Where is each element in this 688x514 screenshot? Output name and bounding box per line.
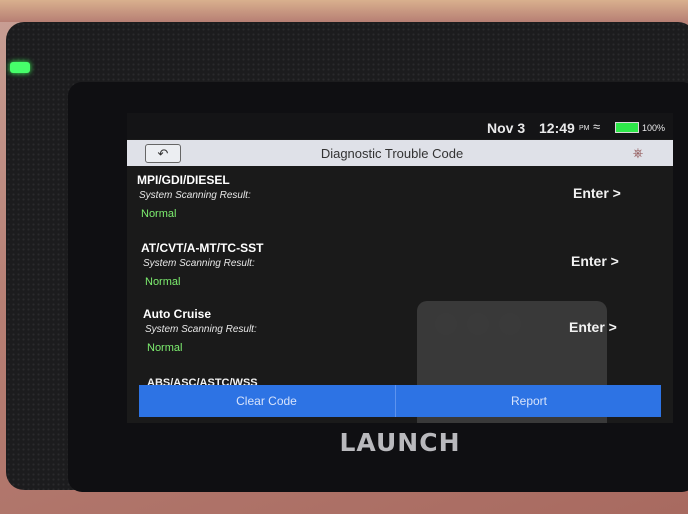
system-list: MPI/GDI/DIESEL System Scanning Result: N… (127, 173, 673, 395)
system-name: MPI/GDI/DIESEL (137, 173, 230, 187)
system-status: Normal (145, 276, 181, 288)
enter-button[interactable]: Enter > (569, 319, 617, 335)
system-scan-label: System Scanning Result: (145, 324, 257, 335)
battery-percent: 100% (642, 123, 666, 133)
status-time: 12:49 (539, 120, 575, 136)
system-name: AT/CVT/A-MT/TC-SST (141, 241, 264, 255)
button-divider (395, 385, 396, 417)
clear-code-button[interactable]: Clear Code (139, 385, 394, 417)
system-status: Normal (147, 342, 183, 354)
system-scan-label: System Scanning Result: (143, 258, 255, 269)
system-status: Normal (141, 208, 177, 220)
list-item[interactable]: MPI/GDI/DIESEL System Scanning Result: N… (127, 173, 673, 237)
screen: Nov 3 12:49 PM ≈ 100% ↶ Diagnostic Troub… (127, 113, 673, 423)
system-scan-label: System Scanning Result: (139, 190, 251, 201)
exit-icon: ⎈ (632, 145, 644, 160)
casing-top-strip (0, 0, 688, 22)
battery-icon (615, 122, 639, 133)
wifi-icon: ≈ (593, 119, 601, 134)
power-led (10, 62, 30, 73)
enter-button[interactable]: Enter > (571, 253, 619, 269)
status-bar: Nov 3 12:49 PM ≈ 100% (127, 113, 673, 139)
system-name: Auto Cruise (143, 307, 212, 321)
page-title: Diagnostic Trouble Code (320, 146, 464, 161)
report-button[interactable]: Report (397, 385, 661, 417)
exit-button[interactable]: ⎈ (623, 143, 653, 162)
title-bar: ↶ Diagnostic Trouble Code ⎈ (127, 140, 673, 166)
list-item[interactable]: AT/CVT/A-MT/TC-SST System Scanning Resul… (131, 241, 673, 305)
brand-logo: LAUNCH (339, 428, 461, 457)
status-date: Nov 3 (487, 120, 526, 136)
system-name-partial: ABS/ASC/ASTC/WSS (147, 377, 258, 385)
list-item[interactable]: Auto Cruise System Scanning Result: Norm… (133, 307, 673, 371)
enter-button[interactable]: Enter > (573, 185, 621, 201)
back-arrow-icon: ↶ (157, 146, 169, 161)
bottom-button-bar: Clear Code Report (139, 385, 661, 417)
status-ampm: PM (579, 125, 590, 132)
back-button[interactable]: ↶ (145, 144, 181, 163)
